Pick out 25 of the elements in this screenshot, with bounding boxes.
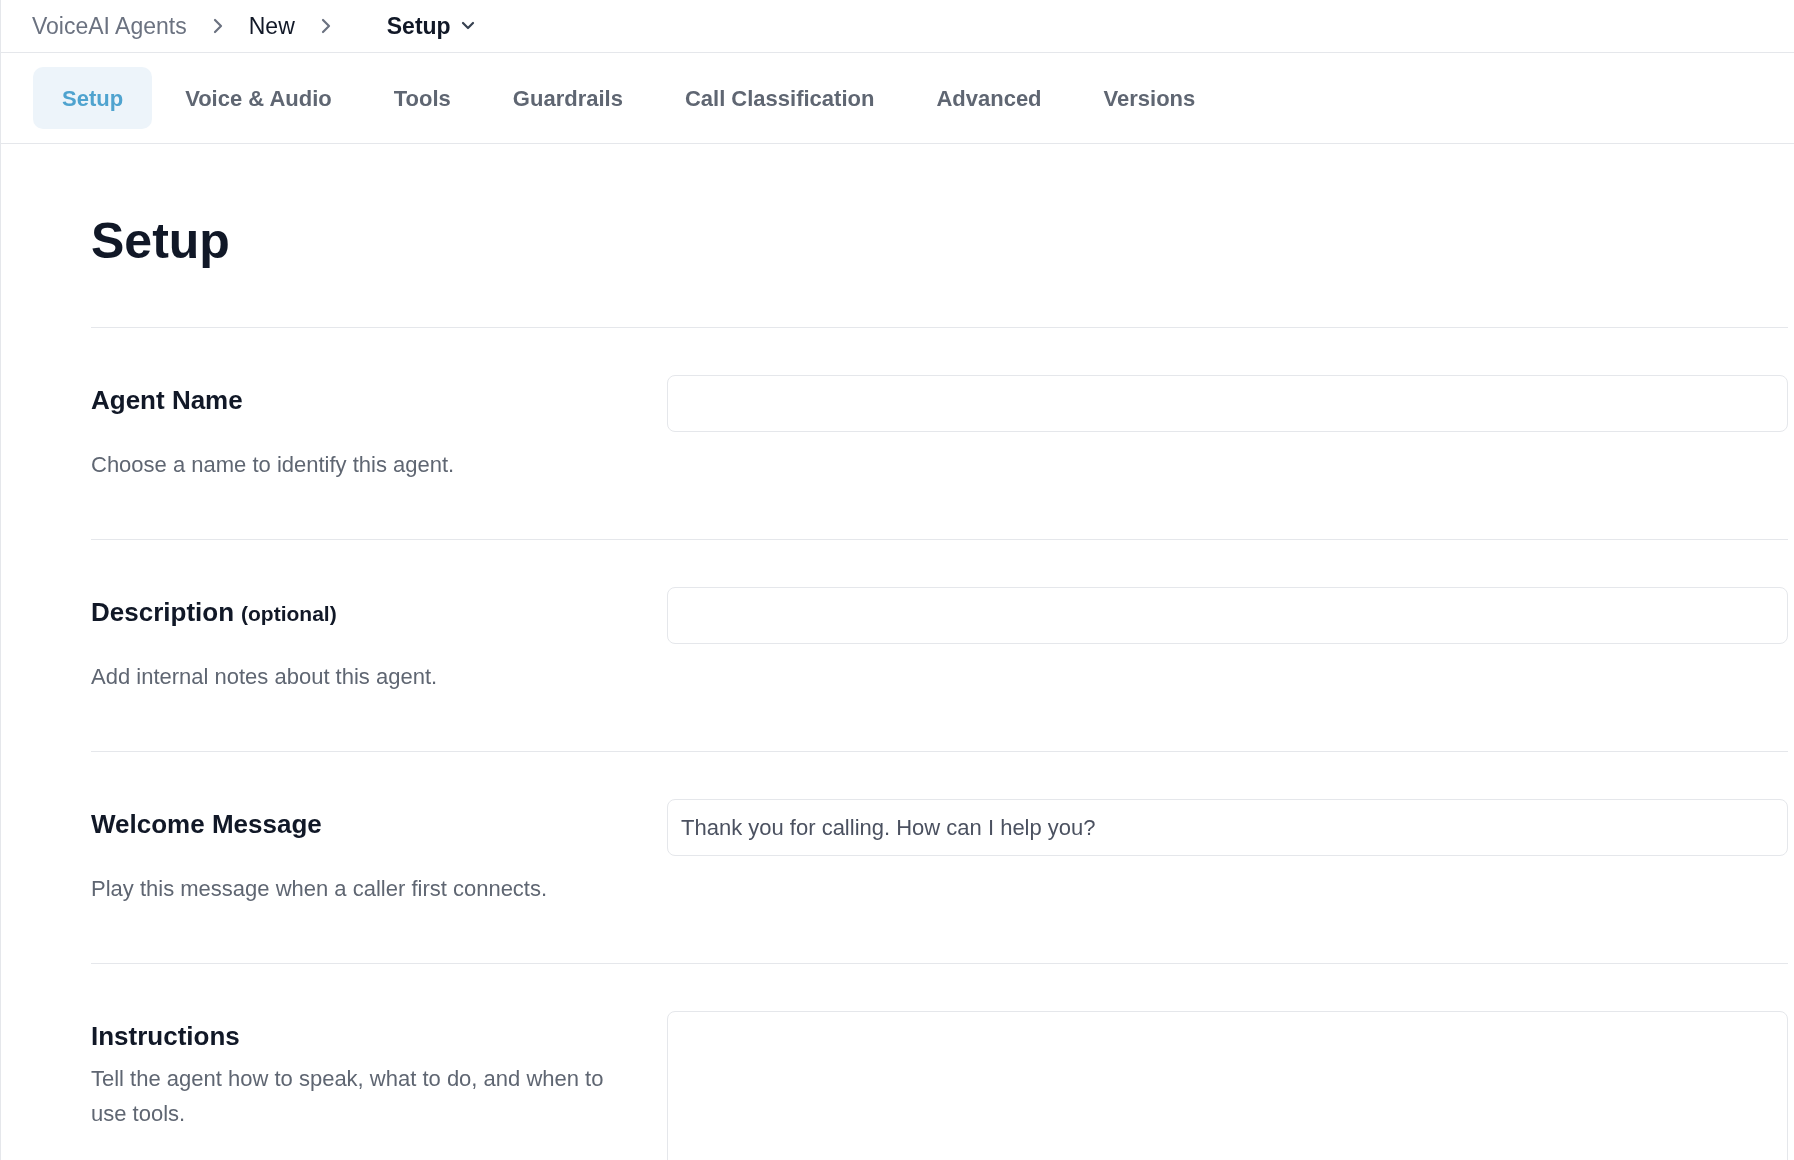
- field-description: Tell the agent how to speak, what to do, and when to use tools.: [91, 1065, 605, 1128]
- field-label: Description: [91, 596, 235, 629]
- chevron-right-icon: [212, 18, 223, 34]
- field-description: Add internal notes about this agent.: [91, 663, 439, 691]
- tab[interactable]: Versions: [1074, 67, 1225, 129]
- field-description: Play this message when a caller first connects.: [91, 875, 549, 903]
- tab[interactable]: Tools: [364, 67, 480, 129]
- tab[interactable]: Advanced: [907, 67, 1071, 129]
- field-label: Welcome Message: [91, 808, 322, 841]
- field-label: Agent Name: [91, 384, 243, 417]
- tab[interactable]: Guardrails: [483, 67, 652, 129]
- tab[interactable]: Voice & Audio: [156, 67, 361, 129]
- page-title: Setup: [91, 212, 231, 271]
- field-description: Choose a name to identify this agent.: [91, 451, 456, 479]
- breadcrumb-item: New: [248, 11, 295, 41]
- breadcrumb-dropdown[interactable]: Setup: [386, 8, 475, 44]
- text-field[interactable]: Thank you for calling. How can I help you?: [667, 799, 1788, 856]
- chevron-right-icon: [320, 18, 331, 34]
- tab[interactable]: Call Classification: [655, 67, 904, 129]
- optional-note: (optional): [241, 601, 337, 627]
- field-label: Instructions: [91, 1020, 240, 1053]
- chevron-down-icon: [460, 21, 475, 31]
- text-field[interactable]: [667, 587, 1788, 644]
- text-field[interactable]: [667, 375, 1788, 432]
- breadcrumb-link[interactable]: VoiceAI Agents: [32, 8, 187, 44]
